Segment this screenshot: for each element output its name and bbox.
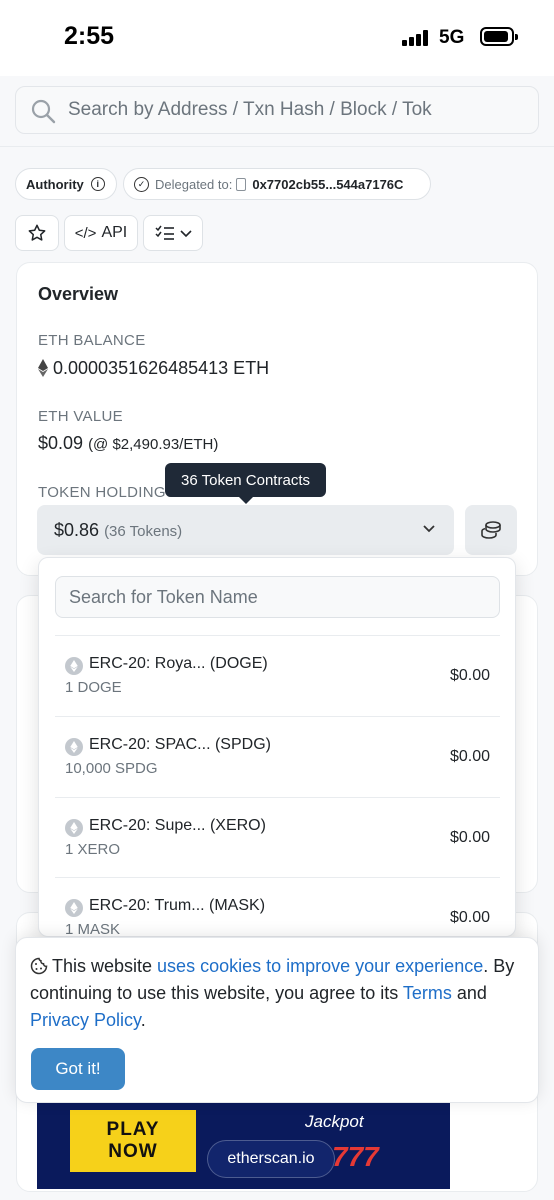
token-holdings-count: (36 Tokens) [104,523,183,540]
eth-balance: 0.0000351626485413 ETH [38,358,269,379]
ethereum-token-icon [65,899,83,917]
cookie-text-1: This website [52,956,158,976]
token-name: ERC-20: Roya... (DOGE) [89,655,268,672]
token-row[interactable]: ERC-20: Trum... (MASK) 1 MASK $0.00 [55,877,500,937]
token-holdings-value: $0.86 (36 Tokens) [54,520,182,541]
eth-value-rate: (@ $2,490.93/ETH) [88,436,219,453]
authority-badge[interactable]: Authority i [15,168,117,200]
token-holdings-amount: $0.86 [54,520,100,540]
code-icon: </> [74,224,97,242]
delegated-address[interactable]: 0x7702cb55...544a7176C [252,177,403,192]
ad-jackpot-text: Jackpot [305,1112,364,1131]
checklist-icon [154,225,174,240]
more-options-button[interactable] [143,215,203,251]
coins-icon [481,521,501,539]
token-amount: 1 DOGE [65,679,122,696]
search-input[interactable] [68,95,452,125]
token-name: ERC-20: Supe... (XERO) [89,817,266,834]
eth-value-amount: $0.09 [38,433,84,453]
cookie-banner: This website uses cookies to improve you… [15,937,539,1103]
token-value: $0.00 [449,829,490,846]
info-icon: i [90,177,105,191]
star-icon [28,224,46,241]
status-bar: 2:55 5G [0,0,554,76]
ad-cta-line1: PLAY [106,1119,160,1140]
api-label: API [101,224,128,241]
eth-balance-label: ETH BALANCE [38,332,146,349]
token-name: ERC-20: Trum... (MASK) [89,897,266,914]
eth-balance-value: 0.0000351626485413 ETH [53,358,270,378]
cookie-text-4: . [140,1010,146,1030]
document-icon [236,177,247,191]
cookie-text-3: and [451,983,487,1003]
ad-sevens: 777 [332,1141,379,1172]
favorite-button[interactable] [15,215,59,251]
cookie-message: This website uses cookies to improve you… [30,953,530,1034]
chevron-down-icon [423,525,435,533]
ad-banner[interactable]: PLAY NOW Jackpot 777 etherscan.io [37,1103,450,1189]
token-holdings-label: TOKEN HOLDINGS [38,484,177,501]
token-amount: 1 XERO [65,841,121,858]
token-search-input[interactable] [55,576,500,618]
overview-title: Overview [38,284,119,304]
cookie-policy-link[interactable]: uses cookies to improve your experience [157,956,483,976]
token-row[interactable]: ERC-20: Supe... (XERO) 1 XERO $0.00 [55,797,500,877]
ethereum-token-icon [65,738,83,756]
eth-value-label: ETH VALUE [38,408,123,425]
token-dropdown: ERC-20: Roya... (DOGE) 1 DOGE $0.00 ERC-… [38,557,516,937]
token-holdings-select[interactable]: $0.86 (36 Tokens) [37,505,454,555]
ad-play-now-button[interactable]: PLAY NOW [70,1110,196,1172]
terms-link[interactable]: Terms [403,983,452,1003]
delegated-badge[interactable]: ✓ Delegated to: 0x7702cb55...544a7176C [123,168,431,200]
search-bar[interactable] [15,86,539,134]
battery-icon [480,27,518,46]
token-row[interactable]: ERC-20: Roya... (DOGE) 1 DOGE $0.00 [55,635,500,715]
token-name: ERC-20: SPAC... (SPDG) [89,736,271,753]
token-amount: 10,000 SPDG [65,760,158,777]
token-value: $0.00 [449,909,490,926]
signal-icon [402,30,430,46]
api-button[interactable]: </> API [64,215,138,251]
check-circle-icon: ✓ [134,176,149,192]
token-contracts-tooltip: 36 Token Contracts [165,463,326,504]
ethereum-token-icon [65,657,83,675]
network-type: 5G [439,27,465,48]
delegated-label: Delegated to: [155,176,233,192]
token-value: $0.00 [449,667,490,684]
privacy-policy-link[interactable]: Privacy Policy [30,1010,141,1030]
search-icon [31,99,56,124]
token-value: $0.00 [449,748,490,765]
ethereum-token-icon [65,819,83,837]
token-amount: 1 MASK [65,921,121,937]
token-holdings-button[interactable] [465,505,517,555]
cookie-icon [30,957,48,975]
authority-label: Authority [26,176,84,192]
chevron-down-icon [179,230,192,238]
ethereum-icon [38,359,48,377]
eth-value: $0.09 (@ $2,490.93/ETH) [38,433,218,454]
ad-brand-label: etherscan.io [207,1140,335,1178]
ad-cta-line2: NOW [108,1141,158,1162]
got-it-button[interactable]: Got it! [31,1048,125,1090]
status-time: 2:55 [64,22,115,50]
header-divider [0,146,554,147]
token-row[interactable]: ERC-20: SPAC... (SPDG) 10,000 SPDG $0.00 [55,716,500,796]
